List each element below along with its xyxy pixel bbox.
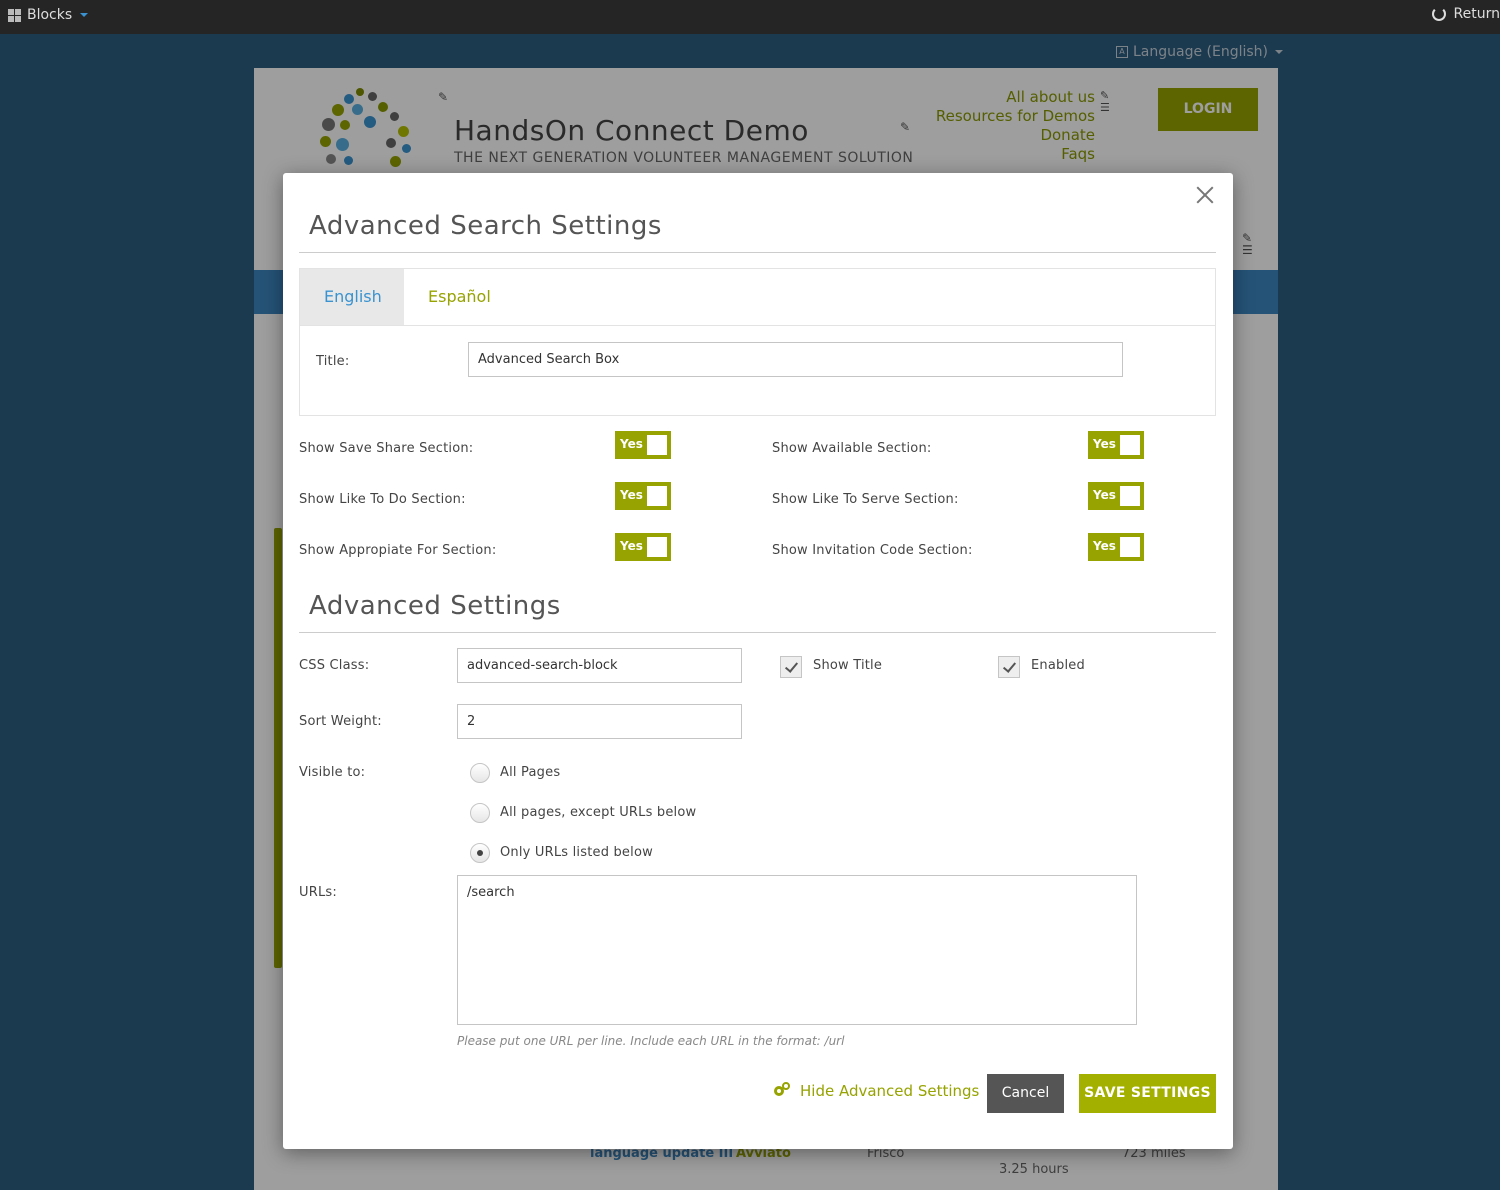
- divider: [299, 632, 1216, 633]
- css-class-label: CSS Class:: [299, 658, 370, 673]
- undo-icon: [1431, 7, 1446, 21]
- toggle-label: Show Invitation Code Section:: [772, 543, 973, 558]
- css-class-input[interactable]: advanced-search-block: [457, 648, 742, 683]
- close-icon[interactable]: [1195, 185, 1215, 205]
- visibility-radio-except[interactable]: [470, 803, 490, 823]
- toggle-label: Show Save Share Section:: [299, 441, 474, 456]
- visibility-radio-only[interactable]: [470, 843, 490, 863]
- show-like-to-serve-toggle[interactable]: Yes: [1088, 482, 1144, 510]
- toggle-label: Show Like To Serve Section:: [772, 492, 959, 507]
- toggle-knob: [1120, 537, 1140, 557]
- hide-advanced-settings-link[interactable]: Hide Advanced Settings: [774, 1082, 979, 1100]
- toggle-knob: [647, 486, 667, 506]
- admin-toolbar: Blocks Return: [0, 0, 1500, 34]
- tab-espanol[interactable]: Español: [404, 269, 515, 325]
- blocks-menu[interactable]: Blocks: [8, 7, 89, 23]
- hide-advanced-label: Hide Advanced Settings: [800, 1082, 980, 1100]
- show-invitation-code-toggle[interactable]: Yes: [1088, 533, 1144, 561]
- visibility-radio-all[interactable]: [470, 763, 490, 783]
- toggle-state: Yes: [620, 539, 643, 553]
- urls-hint: Please put one URL per line. Include eac…: [457, 1034, 845, 1048]
- enabled-label: Enabled: [1031, 658, 1085, 673]
- radio-label: Only URLs listed below: [500, 845, 653, 860]
- sort-weight-input[interactable]: 2: [457, 704, 742, 739]
- toggle-state: Yes: [1093, 539, 1116, 553]
- toggle-state: Yes: [1093, 488, 1116, 502]
- tab-english[interactable]: English: [300, 269, 404, 325]
- language-tab-panel: English Español Title: Advanced Search B…: [299, 268, 1216, 416]
- return-label: Return: [1453, 6, 1500, 22]
- show-appropiate-for-toggle[interactable]: Yes: [615, 533, 671, 561]
- show-like-to-do-toggle[interactable]: Yes: [615, 482, 671, 510]
- blocks-label: Blocks: [27, 7, 73, 23]
- urls-label: URLs:: [299, 885, 337, 900]
- sort-weight-label: Sort Weight:: [299, 714, 382, 729]
- toggle-label: Show Like To Do Section:: [299, 492, 466, 507]
- toggle-knob: [1120, 435, 1140, 455]
- show-available-toggle[interactable]: Yes: [1088, 431, 1144, 459]
- visible-to-label: Visible to:: [299, 765, 366, 780]
- language-tabs: English Español: [300, 269, 1215, 326]
- urls-textarea[interactable]: [457, 875, 1137, 1025]
- divider: [299, 252, 1216, 253]
- enabled-checkbox[interactable]: [998, 656, 1020, 678]
- save-settings-button[interactable]: SAVE SETTINGS: [1079, 1074, 1216, 1113]
- toggle-state: Yes: [1093, 437, 1116, 451]
- return-button[interactable]: Return: [1431, 6, 1500, 22]
- toggle-state: Yes: [620, 488, 643, 502]
- chevron-down-icon: [80, 13, 89, 17]
- show-title-checkbox[interactable]: [780, 656, 802, 678]
- title-input[interactable]: Advanced Search Box: [468, 342, 1123, 377]
- advanced-search-settings-modal: Advanced Search Settings English Español…: [283, 173, 1233, 1149]
- show-save-share-toggle[interactable]: Yes: [615, 431, 671, 459]
- title-label: Title:: [316, 354, 350, 369]
- radio-label: All Pages: [500, 765, 561, 780]
- toggle-label: Show Appropiate For Section:: [299, 543, 497, 558]
- advanced-settings-heading: Advanced Settings: [309, 591, 561, 621]
- modal-title: Advanced Search Settings: [309, 211, 662, 241]
- toggle-knob: [647, 537, 667, 557]
- grid-icon: [8, 8, 21, 22]
- toggle-knob: [647, 435, 667, 455]
- cancel-button[interactable]: Cancel: [987, 1074, 1064, 1113]
- toggle-state: Yes: [620, 437, 643, 451]
- toggle-knob: [1120, 486, 1140, 506]
- show-title-label: Show Title: [813, 658, 883, 673]
- toggle-label: Show Available Section:: [772, 441, 932, 456]
- gears-icon: [774, 1082, 792, 1100]
- radio-label: All pages, except URLs below: [500, 805, 697, 820]
